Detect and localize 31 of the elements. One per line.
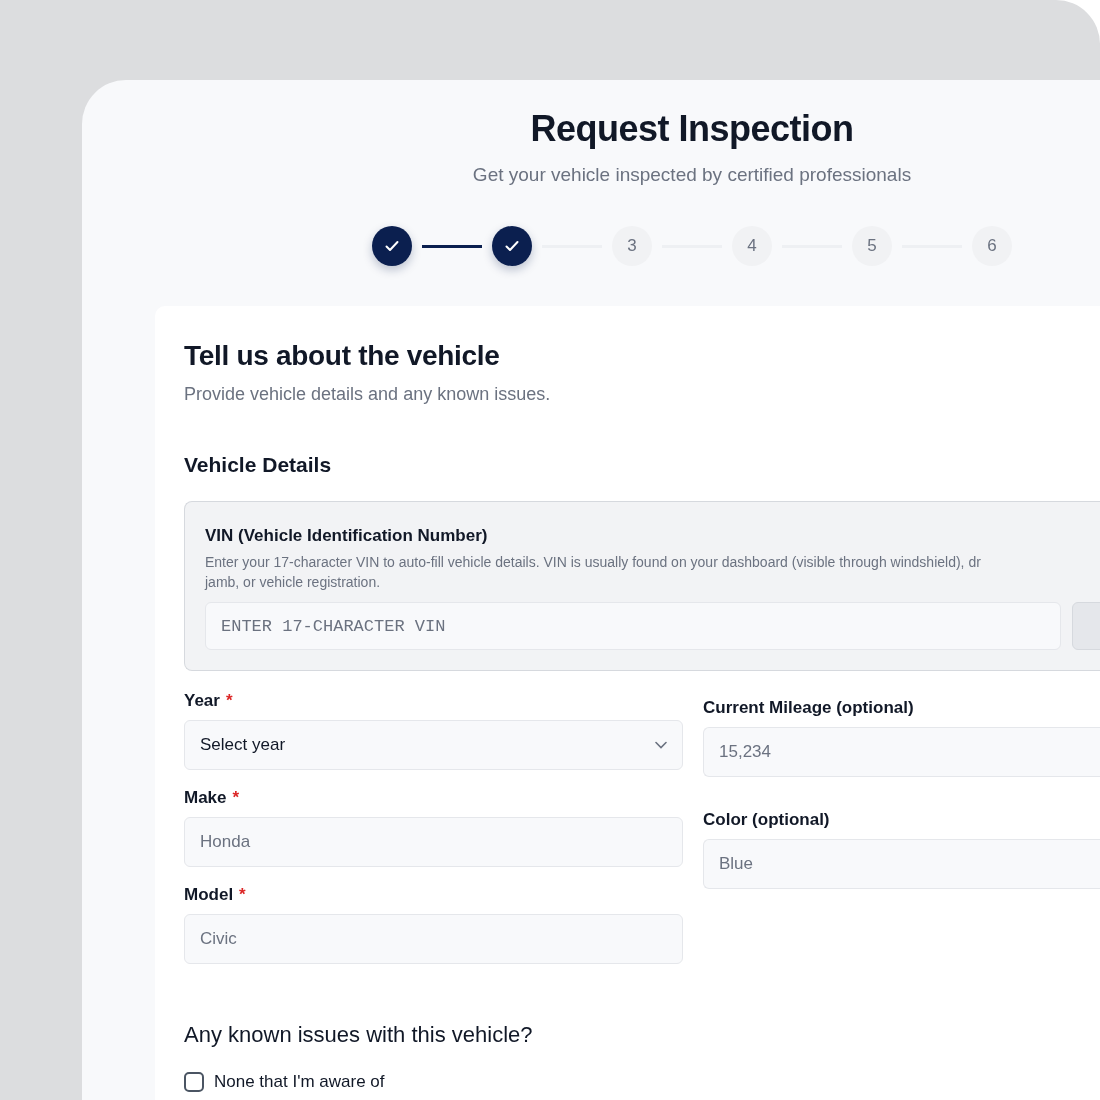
step-circle: 4 bbox=[732, 226, 772, 266]
input-field[interactable]: 15,234 bbox=[703, 727, 1100, 777]
required-mark: * bbox=[232, 788, 240, 808]
required-mark: * bbox=[239, 885, 246, 905]
field-label: Color (optional) bbox=[703, 810, 830, 830]
checkbox[interactable] bbox=[184, 1072, 204, 1092]
check-icon bbox=[505, 240, 519, 252]
field-label: Current Mileage (optional) bbox=[703, 698, 914, 718]
step-circle: 3 bbox=[612, 226, 652, 266]
page-title: Request Inspection bbox=[530, 108, 854, 150]
vin-field[interactable]: ENTER 17-CHARACTER VIN bbox=[205, 602, 1061, 650]
field-label: Make bbox=[184, 788, 227, 808]
field-label: Model bbox=[184, 885, 234, 905]
check-icon bbox=[385, 240, 399, 252]
vin-help-text: Enter your 17-character VIN to auto-fill vehicle details. VIN is usually found on your dashboard (visible through windshield), dr jamb, or vehicle registration. bbox=[205, 553, 982, 592]
input-field[interactable]: Blue bbox=[703, 839, 1100, 889]
checkbox-label: None that I'm aware of bbox=[214, 1072, 385, 1092]
step-circle: 5 bbox=[852, 226, 892, 266]
input-field[interactable]: Honda bbox=[184, 817, 683, 867]
required-mark: * bbox=[225, 691, 233, 711]
page-subtitle: Get your vehicle inspected by certified professionals bbox=[472, 164, 912, 186]
section-title: Vehicle Details bbox=[184, 453, 333, 477]
card-title: Tell us about the vehicle bbox=[184, 340, 501, 372]
year-select[interactable]: Select year bbox=[184, 720, 683, 770]
issues-title: Any known issues with this vehicle? bbox=[184, 1022, 534, 1048]
vin-label: VIN (Vehicle Identification Number) bbox=[205, 526, 489, 546]
field-label: Year bbox=[184, 691, 220, 711]
input-field[interactable]: Civic bbox=[184, 914, 683, 964]
card-description: Provide vehicle details and any known issues. bbox=[184, 384, 552, 405]
step-circle: 6 bbox=[972, 226, 1012, 266]
chevron-down-icon bbox=[655, 741, 667, 749]
